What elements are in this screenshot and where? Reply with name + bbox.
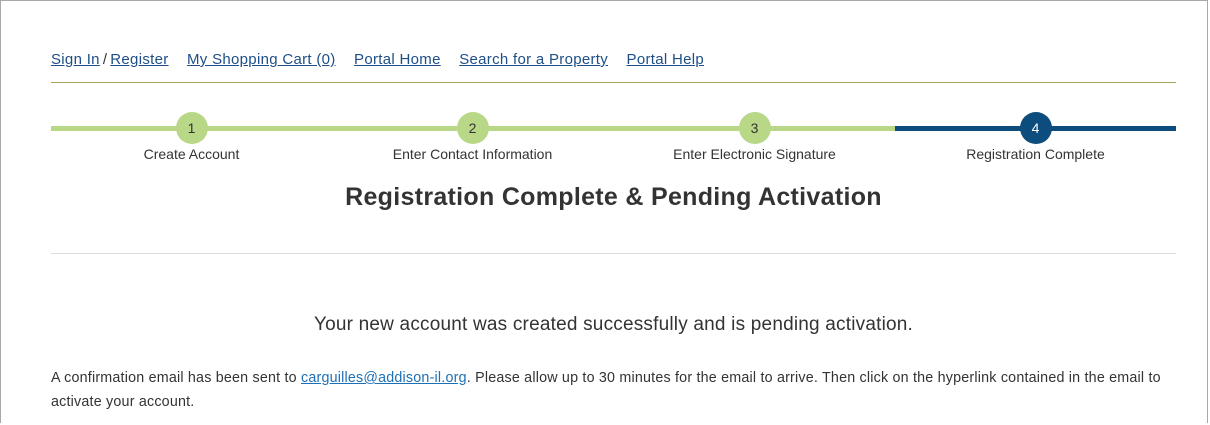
register-link[interactable]: Register bbox=[110, 51, 168, 68]
progress-step-contact-information: 2 Enter Contact Information bbox=[332, 112, 613, 162]
nav-separator: / bbox=[102, 51, 108, 68]
portal-help-link[interactable]: Portal Help bbox=[627, 51, 705, 68]
page-title: Registration Complete & Pending Activati… bbox=[345, 183, 882, 211]
confirm-prefix: A confirmation email has been sent to bbox=[51, 370, 301, 386]
email-link[interactable]: carguilles@addison-il.org bbox=[301, 370, 467, 386]
shopping-cart-link[interactable]: My Shopping Cart (0) bbox=[187, 51, 336, 68]
progress-step-electronic-signature: 3 Enter Electronic Signature bbox=[614, 112, 895, 162]
progress-step-create-account: 1 Create Account bbox=[51, 112, 332, 162]
top-nav: Sign In / Register My Shopping Cart (0) Po… bbox=[51, 51, 704, 71]
sign-in-link[interactable]: Sign In bbox=[51, 51, 100, 68]
step-label: Registration Complete bbox=[966, 146, 1105, 162]
step-circle: 2 bbox=[456, 112, 489, 144]
step-label: Enter Electronic Signature bbox=[673, 146, 836, 162]
confirmation-text: A confirmation email has been sent to ca… bbox=[51, 366, 1186, 414]
progress-step-registration-complete: 4 Registration Complete bbox=[895, 112, 1176, 162]
step-circle: 4 bbox=[1019, 112, 1052, 144]
step-circle: 1 bbox=[175, 112, 208, 144]
title-divider bbox=[51, 253, 1176, 254]
registration-progress: 1 Create Account 2 Enter Contact Informa… bbox=[51, 112, 1176, 172]
search-property-link[interactable]: Search for a Property bbox=[459, 51, 608, 68]
step-label: Create Account bbox=[143, 146, 240, 162]
nav-divider bbox=[51, 82, 1176, 83]
portal-home-link[interactable]: Portal Home bbox=[354, 51, 441, 68]
success-message: Your new account was created successfull… bbox=[313, 314, 914, 335]
step-circle: 3 bbox=[738, 112, 771, 144]
step-label: Enter Contact Information bbox=[392, 146, 553, 162]
